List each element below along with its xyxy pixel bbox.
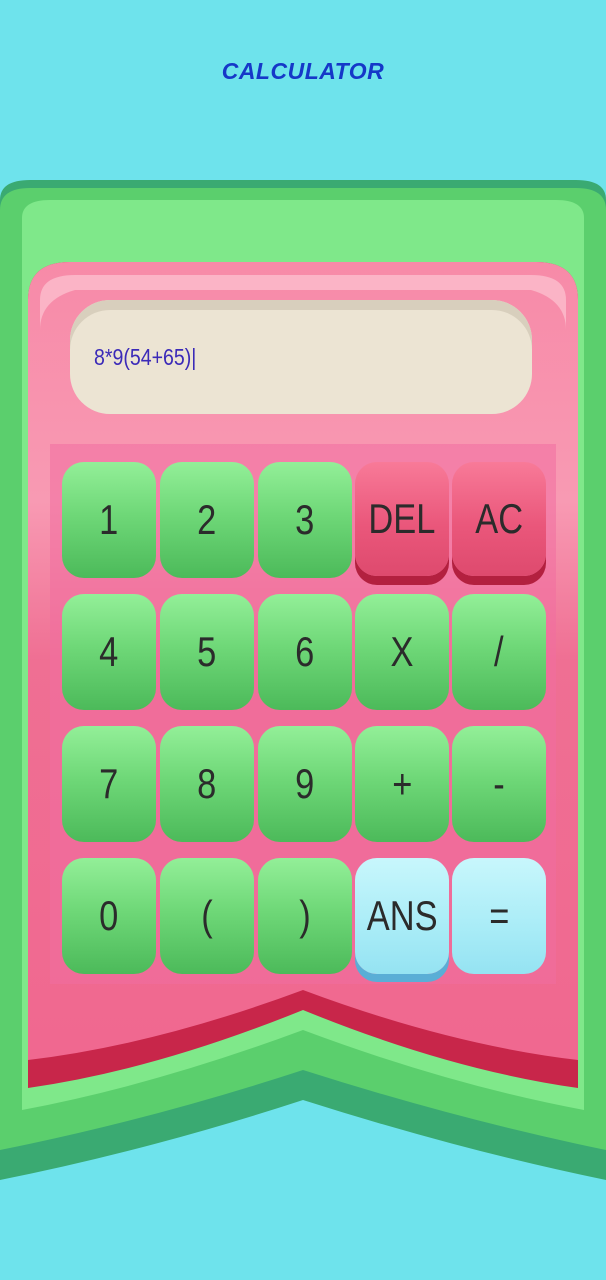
add-button[interactable]: + <box>355 726 449 842</box>
key-1-label: 1 <box>99 496 119 543</box>
key-6-button[interactable]: 6 <box>258 594 352 710</box>
answer-label: ANS <box>366 892 438 939</box>
multiply-button[interactable]: X <box>355 594 449 710</box>
key-0-label: 0 <box>99 892 119 939</box>
all-clear-label: AC <box>475 495 523 542</box>
key-2-button[interactable]: 2 <box>160 462 254 578</box>
right-paren-button[interactable]: ) <box>258 858 352 974</box>
delete-button[interactable]: DEL <box>355 462 449 576</box>
key-9-label: 9 <box>295 760 315 807</box>
left-paren-button[interactable]: ( <box>160 858 254 974</box>
divide-button[interactable]: / <box>452 594 546 710</box>
key-8-button[interactable]: 8 <box>160 726 254 842</box>
key-7-label: 7 <box>99 760 119 807</box>
left-paren-label: ( <box>201 892 213 939</box>
key-4-button[interactable]: 4 <box>62 594 156 710</box>
delete-label: DEL <box>368 495 436 542</box>
equals-button[interactable]: = <box>452 858 546 974</box>
key-7-button[interactable]: 7 <box>62 726 156 842</box>
key-3-button[interactable]: 3 <box>258 462 352 578</box>
key-8-label: 8 <box>197 760 217 807</box>
expression-text: 8*9(54+65)| <box>94 344 197 370</box>
key-0-button[interactable]: 0 <box>62 858 156 974</box>
subtract-button[interactable]: - <box>452 726 546 842</box>
key-3-label: 3 <box>295 496 315 543</box>
right-paren-label: ) <box>299 892 311 939</box>
all-clear-button[interactable]: AC <box>452 462 546 576</box>
answer-button[interactable]: ANS <box>355 858 449 974</box>
subtract-label: - <box>493 760 505 807</box>
key-5-label: 5 <box>197 628 217 675</box>
display-screen: 8*9(54+65)| <box>70 300 532 414</box>
key-4-label: 4 <box>99 628 119 675</box>
key-1-button[interactable]: 1 <box>62 462 156 578</box>
add-label: + <box>391 760 413 807</box>
key-2-label: 2 <box>197 496 217 543</box>
divide-label: / <box>494 628 504 675</box>
key-5-button[interactable]: 5 <box>160 594 254 710</box>
multiply-label: X <box>390 628 414 675</box>
equals-label: = <box>488 892 510 939</box>
key-6-label: 6 <box>295 628 315 675</box>
key-9-button[interactable]: 9 <box>258 726 352 842</box>
